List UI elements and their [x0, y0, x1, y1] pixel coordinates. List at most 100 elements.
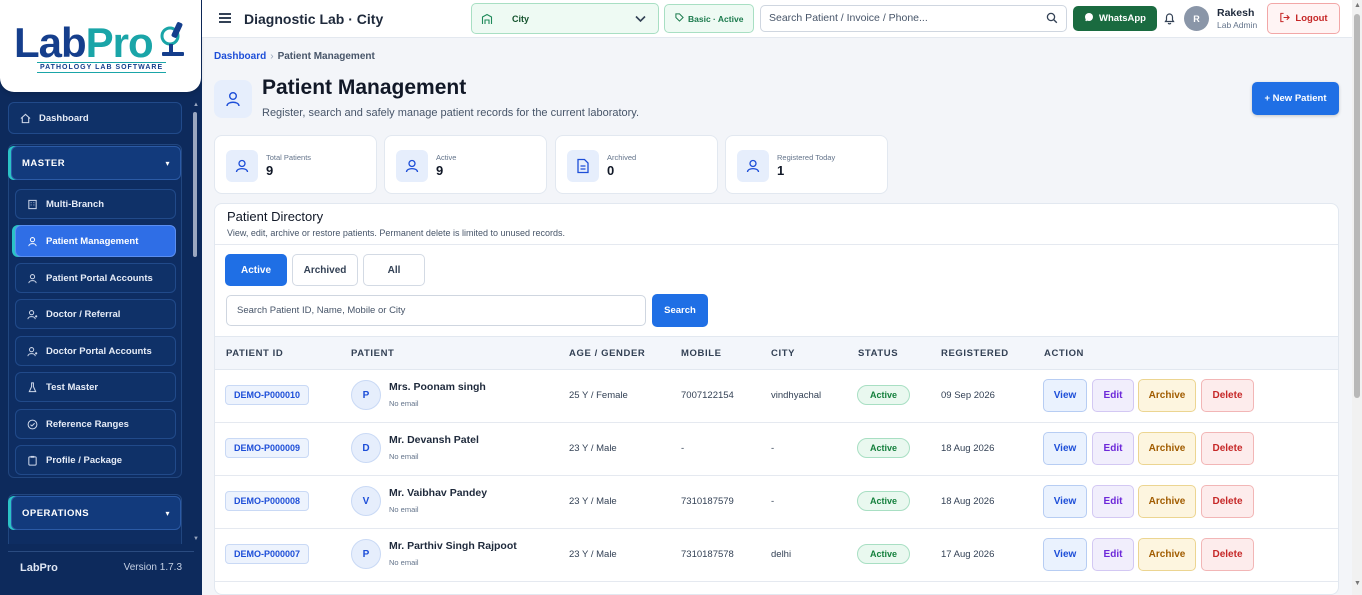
sidebar-item-label: Patient Portal Accounts: [46, 272, 153, 284]
sidebar-scrollbar[interactable]: ▲ ▼: [192, 102, 199, 544]
view-button[interactable]: View: [1043, 538, 1087, 571]
sidebar-item-label: Profile / Package: [46, 454, 123, 466]
sidebar-item-test-master[interactable]: Test Master: [15, 372, 176, 402]
avatar[interactable]: R: [1184, 6, 1209, 31]
view-button[interactable]: View: [1043, 379, 1087, 412]
patient-id-badge[interactable]: DEMO-P000008: [225, 491, 310, 511]
scroll-up-icon[interactable]: ▲: [193, 102, 199, 108]
scroll-down-icon[interactable]: ▼: [193, 536, 199, 542]
edit-button[interactable]: Edit: [1092, 538, 1134, 571]
edit-button[interactable]: Edit: [1092, 432, 1134, 465]
user-icon: [226, 150, 258, 182]
view-button[interactable]: View: [1043, 485, 1087, 518]
menu-icon[interactable]: [219, 13, 231, 26]
user-icon: [214, 80, 252, 118]
registered-date: 09 Sep 2026: [941, 390, 995, 401]
breadcrumb-current: Patient Management: [277, 51, 375, 62]
user-icon: [396, 150, 428, 182]
page-scrollbar[interactable]: ▲ ▼: [1352, 0, 1362, 595]
sidebar-item-patient-portal-accounts[interactable]: Patient Portal Accounts: [15, 263, 176, 293]
delete-button[interactable]: Delete: [1201, 538, 1254, 571]
column-city[interactable]: CITY: [771, 348, 795, 359]
delete-button[interactable]: Delete: [1201, 379, 1254, 412]
sidebar-section-operations[interactable]: OPERATIONS ▾: [11, 496, 181, 530]
archive-button[interactable]: Archive: [1138, 379, 1196, 412]
view-button[interactable]: View: [1043, 432, 1087, 465]
logo[interactable]: LabPro PATHOLOGY LAB SOFTWARE: [0, 0, 201, 92]
column-status[interactable]: STATUS: [858, 348, 898, 359]
global-search[interactable]: [760, 5, 1067, 32]
sidebar-item-dashboard[interactable]: Dashboard: [8, 102, 182, 134]
city-select[interactable]: City: [471, 3, 659, 34]
patient-avatar: D: [351, 433, 381, 463]
scroll-up-icon[interactable]: ▲: [1354, 2, 1361, 9]
age-gender: 25 Y / Female: [569, 390, 628, 401]
directory-subtitle: View, edit, archive or restore patients.…: [227, 228, 566, 238]
column-patient-id[interactable]: PATIENT ID: [226, 348, 283, 359]
global-search-input[interactable]: [769, 12, 1039, 24]
column-mobile[interactable]: MOBILE: [681, 348, 722, 359]
edit-button[interactable]: Edit: [1092, 485, 1134, 518]
patient-id-badge[interactable]: DEMO-P000007: [225, 544, 310, 564]
tab-active[interactable]: Active: [225, 254, 287, 286]
status-badge: Active: [857, 544, 910, 564]
lab-title: Diagnostic Lab · City: [244, 11, 384, 27]
column-registered[interactable]: REGISTERED: [941, 348, 1009, 359]
patient-name: Mr. Parthiv Singh Rajpoot: [389, 540, 517, 552]
delete-button[interactable]: Delete: [1201, 485, 1254, 518]
patient-search[interactable]: [226, 295, 646, 326]
page-scroll-thumb[interactable]: [1354, 14, 1360, 398]
archive-button[interactable]: Archive: [1138, 432, 1196, 465]
chevron-down-icon: [635, 12, 646, 26]
patient-email: No email: [389, 452, 419, 461]
patient-avatar: P: [351, 539, 381, 569]
tab-all[interactable]: All: [363, 254, 425, 286]
table-header: PATIENT ID PATIENT AGE / GENDER MOBILE C…: [215, 336, 1338, 370]
version-label: Version 1.7.3: [123, 562, 182, 573]
patient-search-input[interactable]: [237, 305, 627, 316]
building-icon: [26, 198, 38, 210]
sidebar-item-doctor-portal-accounts[interactable]: Doctor Portal Accounts: [15, 336, 176, 366]
whatsapp-button[interactable]: WhatsApp: [1073, 6, 1157, 31]
sidebar-item-label: Test Master: [46, 381, 99, 393]
search-icon[interactable]: [1046, 12, 1058, 27]
sidebar-nav: Dashboard MASTER ▾ Multi-Branch Patient …: [8, 102, 184, 544]
sidebar-item-patient-management[interactable]: Patient Management: [15, 225, 176, 257]
tab-archived[interactable]: Archived: [292, 254, 358, 286]
sidebar-item-doctor-referral[interactable]: Doctor / Referral: [15, 299, 176, 329]
new-patient-button[interactable]: + New Patient: [1252, 82, 1339, 115]
patient-id-badge[interactable]: DEMO-P000009: [225, 438, 310, 458]
bell-icon[interactable]: [1163, 11, 1176, 28]
column-age-gender[interactable]: AGE / GENDER: [569, 348, 645, 359]
city: vindhyachal: [771, 390, 822, 401]
check-circle-icon: [26, 418, 38, 430]
microscope-icon: [160, 22, 184, 56]
user-icon: [26, 235, 38, 247]
stat-card-active: Active 9: [384, 135, 547, 194]
sidebar-section-master[interactable]: MASTER ▾: [11, 146, 181, 180]
stat-label: Total Patients: [266, 153, 312, 162]
edit-button[interactable]: Edit: [1092, 379, 1134, 412]
column-patient[interactable]: PATIENT: [351, 348, 394, 359]
sidebar-scroll-thumb[interactable]: [193, 112, 197, 257]
archive-button[interactable]: Archive: [1138, 538, 1196, 571]
stat-value: 9: [436, 163, 444, 178]
section-label: OPERATIONS: [22, 507, 90, 519]
patient-avatar: V: [351, 486, 381, 516]
logout-button[interactable]: Logout: [1267, 3, 1340, 34]
sidebar-item-reference-ranges[interactable]: Reference Ranges: [15, 409, 176, 439]
breadcrumb: Dashboard › Patient Management: [214, 51, 375, 62]
scroll-down-icon[interactable]: ▼: [1354, 580, 1361, 587]
breadcrumb-dashboard-link[interactable]: Dashboard: [214, 51, 266, 62]
sidebar-item-multi-branch[interactable]: Multi-Branch: [15, 189, 176, 219]
mobile: 7310187578: [681, 549, 734, 560]
status-badge: Active: [857, 438, 910, 458]
mobile: 7310187579: [681, 496, 734, 507]
delete-button[interactable]: Delete: [1201, 432, 1254, 465]
archive-button[interactable]: Archive: [1138, 485, 1196, 518]
sidebar-item-profile-package[interactable]: Profile / Package: [15, 445, 176, 475]
patient-search-button[interactable]: Search: [652, 294, 708, 327]
age-gender: 23 Y / Male: [569, 496, 617, 507]
registered-date: 18 Aug 2026: [941, 496, 995, 507]
patient-id-badge[interactable]: DEMO-P000010: [225, 385, 310, 405]
